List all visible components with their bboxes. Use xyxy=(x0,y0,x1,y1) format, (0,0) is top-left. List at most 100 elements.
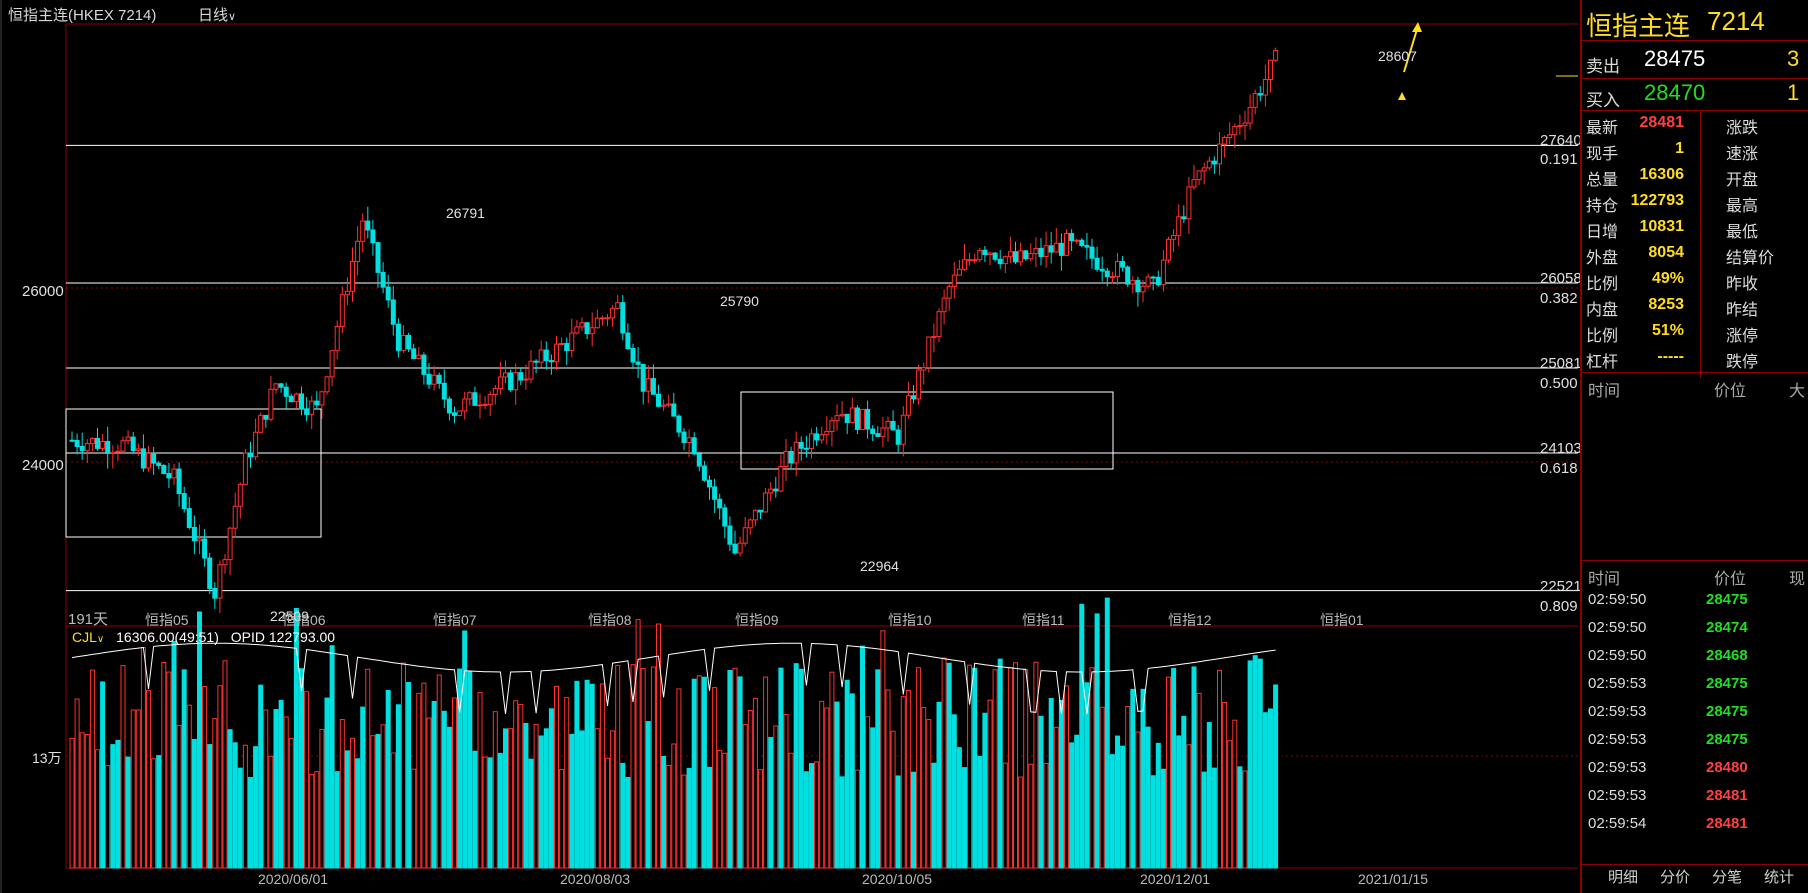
volume-bar xyxy=(120,665,126,869)
fib-price: 22521 xyxy=(1540,578,1582,595)
candle-up xyxy=(222,559,228,566)
candle-down xyxy=(1058,242,1064,256)
candle-up xyxy=(1053,242,1059,253)
volume-bar xyxy=(809,763,814,869)
candle-up xyxy=(237,483,243,507)
volume-bar xyxy=(339,719,345,869)
stat-value: 8054 xyxy=(1648,244,1684,261)
volume-bar xyxy=(390,752,396,869)
volume-bar xyxy=(1166,676,1171,869)
volume-bar xyxy=(1206,721,1212,869)
tick-price: 28475 xyxy=(1706,731,1748,748)
tick-row: 02:59:53 28475 xyxy=(1582,675,1808,701)
volume-bar xyxy=(564,697,570,869)
volume-bar xyxy=(1018,776,1024,869)
volume-bar xyxy=(1079,603,1085,869)
stat-label2: 开盘 xyxy=(1726,172,1759,189)
volume-bar xyxy=(1273,684,1279,869)
tab-detail[interactable]: 明细 xyxy=(1608,866,1638,887)
volume-bar xyxy=(523,722,529,869)
volume-bar xyxy=(299,668,304,869)
candle-up xyxy=(1262,78,1268,96)
buy-label: 买入 xyxy=(1586,91,1620,110)
volume-bar xyxy=(844,679,850,869)
candle-down xyxy=(156,462,162,467)
bid-row[interactable]: 买入 28470 1 xyxy=(1582,80,1808,110)
fib-price: 27640 xyxy=(1540,132,1582,149)
tick-row: 02:59:50 28474 xyxy=(1582,619,1808,645)
tab-stats[interactable]: 统计 xyxy=(1764,866,1794,887)
tick-price: 28475 xyxy=(1706,703,1748,720)
buy-price: 28470 xyxy=(1644,80,1706,105)
candle-down xyxy=(814,433,820,441)
volume-bar xyxy=(513,700,519,869)
stat-row: 最新 28481 涨跌 xyxy=(1582,112,1808,144)
volume-bar xyxy=(916,667,922,869)
volume-bar xyxy=(635,619,641,869)
volume-bar xyxy=(135,709,141,869)
volume-bar xyxy=(727,670,733,869)
stat-label2: 跌停 xyxy=(1726,354,1759,371)
volume-bar xyxy=(370,735,376,869)
volume-bar xyxy=(814,761,820,869)
volume-bar xyxy=(962,767,967,869)
volume-bar xyxy=(222,660,228,869)
fib-ratio: 0.500 xyxy=(1540,375,1578,392)
stat-label2: 涨跌 xyxy=(1726,120,1759,137)
volume-bar xyxy=(661,755,667,869)
fib-price: 26058 xyxy=(1540,270,1582,287)
volume-header[interactable]: CJL∨ 16306.00(49:51) OPID 122793.00 xyxy=(72,629,335,645)
volume-bar xyxy=(666,764,672,869)
volume-bar xyxy=(1222,701,1228,869)
volume-bar xyxy=(288,737,294,869)
candle-down xyxy=(1104,270,1110,278)
volume-bar xyxy=(931,762,937,869)
candle-down xyxy=(105,440,111,454)
volume-bar xyxy=(911,771,916,869)
volume-bar xyxy=(982,712,988,869)
volume-bar xyxy=(191,738,197,869)
candle-up xyxy=(824,430,830,436)
volume-bar xyxy=(248,777,253,869)
volume-bar xyxy=(696,675,702,869)
candle-down xyxy=(283,386,289,397)
candle-up xyxy=(599,317,605,320)
date-label: 2020/08/03 xyxy=(560,871,631,887)
candle-down xyxy=(248,452,253,458)
volume-bar xyxy=(151,758,157,869)
tick-row: 02:59:53 28481 xyxy=(1582,787,1808,813)
candle-up xyxy=(809,433,814,450)
candle-up xyxy=(926,336,932,369)
volume-bar xyxy=(395,704,401,869)
tab-trades[interactable]: 分笔 xyxy=(1712,866,1742,887)
candle-down xyxy=(997,258,1003,265)
ask-row[interactable]: 卖出 28475 3 xyxy=(1582,46,1808,76)
candle-up xyxy=(1222,137,1228,145)
volume-bar xyxy=(1232,719,1238,869)
candle-up xyxy=(1217,143,1222,165)
volume-bar xyxy=(355,758,361,869)
quote-title: 恒指主连 xyxy=(1586,11,1691,41)
candle-up xyxy=(431,374,437,385)
candle-up xyxy=(467,392,473,400)
volume-bar xyxy=(788,752,794,869)
tick-price: 28474 xyxy=(1706,619,1748,636)
candle-down xyxy=(1181,216,1187,220)
volume-bar xyxy=(752,697,758,869)
candle-down xyxy=(176,468,182,495)
period-selector[interactable]: 日线∨ xyxy=(198,4,236,25)
candle-up xyxy=(605,317,610,320)
volume-bar xyxy=(344,750,350,869)
kline-chart[interactable] xyxy=(0,0,1578,893)
fib-price: 25081 xyxy=(1540,355,1582,372)
candle-up xyxy=(401,334,406,351)
candle-up xyxy=(1191,179,1197,188)
candle-up xyxy=(956,268,962,276)
price-tick: 24000 xyxy=(22,457,64,474)
tab-price-dist[interactable]: 分价 xyxy=(1660,866,1690,887)
volume-bar xyxy=(1094,613,1100,869)
volume-bar xyxy=(559,768,565,869)
month-label: 恒指01 xyxy=(1320,612,1364,628)
volume-bar xyxy=(1058,699,1064,869)
month-label: 恒指07 xyxy=(433,612,477,628)
